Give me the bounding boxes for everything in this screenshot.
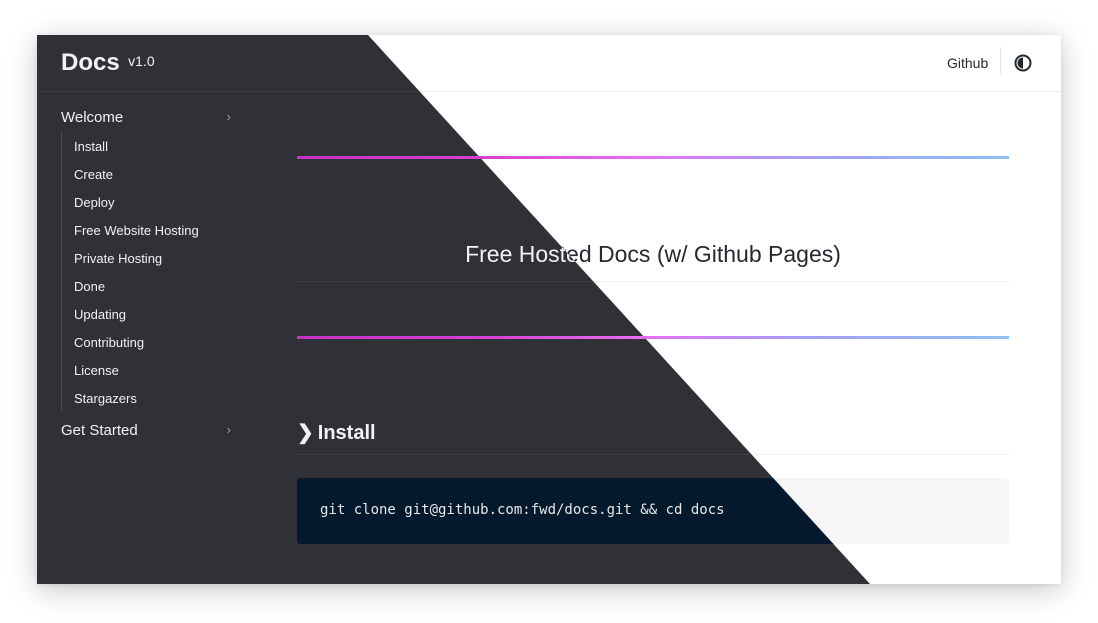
github-link[interactable]: Github xyxy=(947,55,988,71)
sidebar-item-create[interactable]: Create xyxy=(74,167,113,182)
sidebar-section-label: Get Started xyxy=(61,422,138,439)
logo[interactable]: Docs v1.0 xyxy=(61,49,155,77)
theme-toggle-icon[interactable] xyxy=(1013,53,1033,73)
sidebar-submenu: Install Create Deploy Free Website Hosti… xyxy=(61,131,222,411)
sidebar-section-label: Welcome xyxy=(61,109,124,126)
code-text: git clone git@github.com:fwd/docs.git &&… xyxy=(320,502,725,518)
sidebar-section-get-started[interactable]: Get Started › xyxy=(61,422,231,439)
header-divider xyxy=(1000,47,1001,75)
version-badge: v1.0 xyxy=(128,53,155,69)
sidebar-item-updating[interactable]: Updating xyxy=(74,307,126,322)
sidebar-item-done[interactable]: Done xyxy=(74,279,105,294)
sidebar-item-license[interactable]: License xyxy=(74,363,119,378)
sidebar-item-deploy[interactable]: Deploy xyxy=(74,195,114,210)
section-title-text: Install xyxy=(317,422,376,444)
section-heading-install: ❯Install xyxy=(297,420,376,445)
logo-title: Docs xyxy=(61,49,120,76)
sidebar-item-install[interactable]: Install xyxy=(74,139,108,154)
chevron-right-icon: › xyxy=(226,422,231,437)
chevron-right-icon: ❯ xyxy=(297,422,314,444)
sidebar-item-contributing[interactable]: Contributing xyxy=(74,335,144,350)
docs-window: Docs v1.0 Github Welcome › Install Creat… xyxy=(37,35,1061,584)
sidebar-item-stargazers[interactable]: Stargazers xyxy=(74,391,137,406)
sidebar-section-welcome[interactable]: Welcome › xyxy=(61,109,231,126)
sidebar-item-free-website-hosting[interactable]: Free Website Hosting xyxy=(74,223,199,238)
chevron-right-icon: › xyxy=(226,109,231,124)
sidebar-item-private-hosting[interactable]: Private Hosting xyxy=(74,251,162,266)
